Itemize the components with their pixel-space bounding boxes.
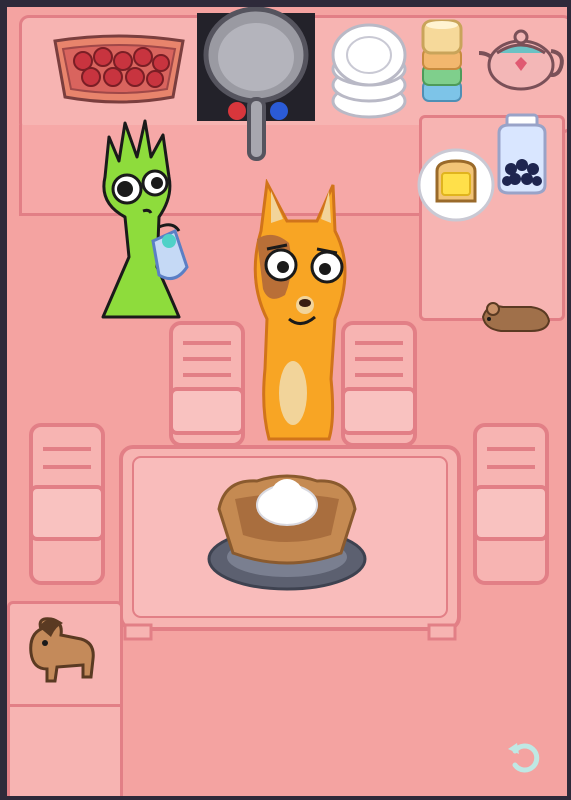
shelf-divider bbox=[10, 704, 120, 707]
cup-stack-icon[interactable] bbox=[419, 17, 465, 107]
chair-front-right bbox=[469, 421, 553, 587]
reset-icon[interactable] bbox=[505, 737, 545, 777]
kitchen-scene bbox=[7, 7, 567, 796]
toast-plate-icon[interactable] bbox=[415, 147, 497, 223]
frying-pan-icon[interactable] bbox=[197, 7, 315, 167]
chair-front-left bbox=[25, 421, 109, 587]
plate-stack-icon[interactable] bbox=[329, 19, 409, 123]
pony-toy-icon[interactable] bbox=[21, 613, 101, 689]
green-cat-character[interactable] bbox=[95, 117, 205, 327]
strawberry-basket-icon[interactable] bbox=[49, 31, 189, 107]
cream-pie-icon[interactable] bbox=[205, 469, 369, 595]
chair-back-left bbox=[165, 319, 249, 449]
teapot-icon[interactable] bbox=[475, 23, 567, 93]
blueberry-jar-icon[interactable] bbox=[493, 111, 551, 197]
mouse-toy-icon[interactable] bbox=[475, 297, 555, 337]
orange-fox-character[interactable] bbox=[243, 179, 355, 445]
